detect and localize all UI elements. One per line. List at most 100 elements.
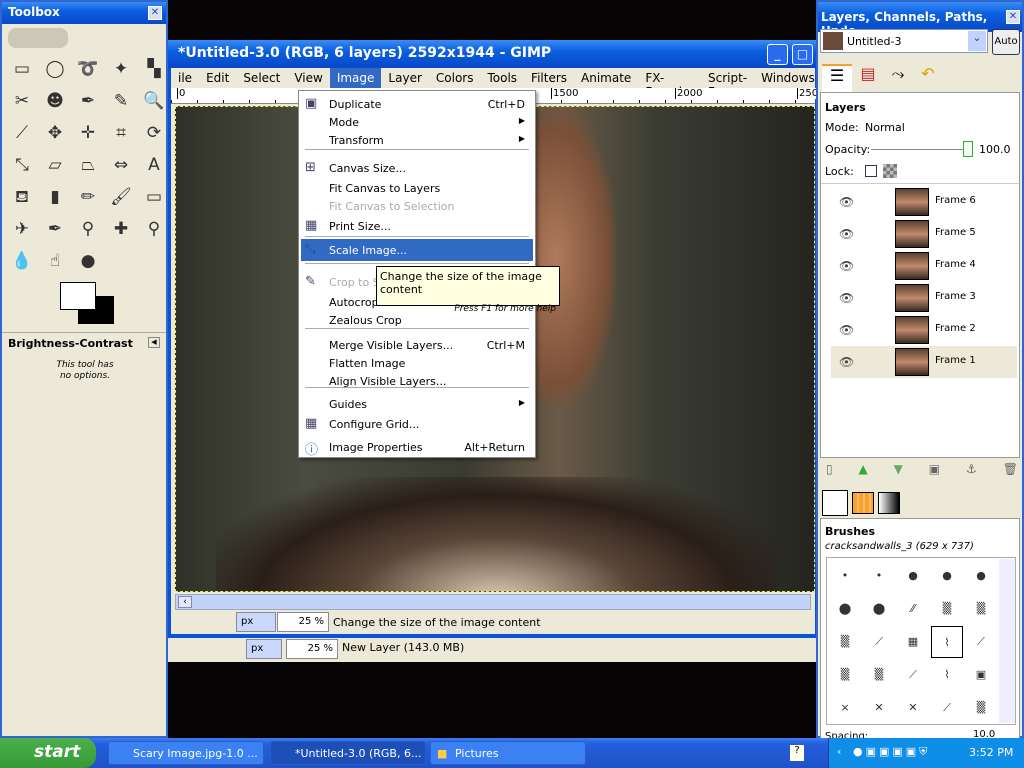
scissors-tool-icon[interactable]: ✂ [10,89,34,113]
brush-item[interactable]: ⬤ [863,593,895,625]
brush-item[interactable]: ▒ [829,626,861,658]
brush-tab[interactable] [822,490,848,516]
brush-item[interactable]: ⬤ [829,593,861,625]
menu-colors[interactable]: Colors [429,68,481,88]
dodge-burn-tool-icon[interactable]: ● [76,249,100,273]
rect-select-tool-icon[interactable]: ▭ [10,57,34,81]
brush-item[interactable]: ▒ [829,659,861,691]
bucket-fill-tool-icon[interactable]: ⛾ [10,185,34,209]
crop-tool-icon[interactable]: ⌗ [109,121,133,145]
color-select-tool-icon[interactable]: ▚ [142,57,166,81]
brush-item[interactable]: ▒ [965,593,997,625]
toolbox-titlebar[interactable]: Toolbox ✕ [2,2,166,24]
brush-item[interactable]: • [863,560,895,592]
dock-titlebar[interactable]: Layers, Channels, Paths, Undo -... ✕ [818,2,1022,38]
brush-item[interactable]: ▦ [897,626,929,658]
menu-item-configure-grid[interactable]: ▦ Configure Grid... [301,413,533,435]
paths-tool-icon[interactable]: ✒ [76,89,100,113]
horizontal-scrollbar[interactable]: ‹ [175,594,811,610]
unit-select[interactable]: px [246,639,282,659]
brush-item[interactable]: ▒ [931,593,963,625]
pattern-tab[interactable] [852,492,874,514]
brushes-scrollbar[interactable] [999,559,1015,723]
help-icon[interactable]: ? [790,745,804,761]
menu-image[interactable]: Image [329,68,382,88]
clone-tool-icon[interactable]: ⚲ [76,217,100,241]
new-layer-icon[interactable]: ▯ [826,462,833,480]
menu-item-guides[interactable]: Guides ▶ [301,393,533,415]
minimize-button[interactable]: _ [767,44,788,65]
layer-row[interactable]: 👁 Frame 3 [831,282,1017,314]
heal-tool-icon[interactable]: ✚ [109,217,133,241]
lasso-tool-icon[interactable]: ➰ [76,57,100,81]
brush-item[interactable]: ⟋ [965,626,997,658]
brush-item[interactable]: ▣ [965,659,997,691]
color-picker-tool-icon[interactable]: ✎ [109,89,133,113]
perspective-tool-icon[interactable]: ⏢ [76,153,100,177]
duplicate-layer-icon[interactable]: ▣ [929,462,940,480]
task-pictures[interactable]: ■ Pictures [430,741,586,765]
brush-item[interactable]: ✕ [897,692,929,724]
layer-row[interactable]: 👁 Frame 5 [831,218,1017,250]
mode-select[interactable]: Normal [865,121,1017,134]
eye-icon[interactable]: 👁 [839,227,854,241]
brush-item[interactable]: ● [965,560,997,592]
menu-animate[interactable]: Animate [574,68,638,88]
zoom-select[interactable]: 25 % [286,639,338,659]
opacity-slider-handle[interactable] [963,141,973,157]
foreground-select-tool-icon[interactable]: ☻ [43,89,67,113]
lower-layer-icon[interactable]: ▼ [894,462,903,480]
eye-icon[interactable]: 👁 [839,355,854,369]
text-tool-icon[interactable]: A [142,153,166,177]
flip-tool-icon[interactable]: ⇔ [109,153,133,177]
layers-tab[interactable]: ☰ [822,64,852,92]
menu-item-transform[interactable]: Transform ▶ [301,129,533,151]
channels-tab[interactable]: ▤ [854,64,882,92]
move-tool-icon[interactable]: ✥ [43,121,67,145]
smudge-tool-icon[interactable]: ☝ [43,249,67,273]
brush-item[interactable]: ▒ [863,659,895,691]
task-untitled-gimp[interactable]: *Untitled-3.0 (RGB, 6... [270,741,426,765]
auto-button[interactable]: Auto [992,29,1020,55]
layer-row[interactable]: 👁 Frame 4 [831,250,1017,282]
menu-item-scale-image[interactable]: ⤡ Scale Image... [301,239,533,261]
ellipse-select-tool-icon[interactable]: ◯ [43,57,67,81]
raise-layer-icon[interactable]: ▲ [859,462,868,480]
zoom-select[interactable]: 25 % [277,612,329,632]
brush-item[interactable]: ⟋ [931,692,963,724]
gradient-tab[interactable] [878,492,900,514]
paintbrush-tool-icon[interactable]: 🖌 [109,185,133,209]
panel-menu-icon[interactable]: ◀ [148,337,160,348]
task-scary-image[interactable]: Scary Image.jpg-1.0 ... [108,741,264,765]
menu-item-print-size[interactable]: ▦ Print Size... [301,215,533,237]
menu-item-image-properties[interactable]: ⓘ Image Properties Alt+Return [301,436,533,458]
eraser-tool-icon[interactable]: ▭ [142,185,166,209]
menu-view[interactable]: View [287,68,329,88]
undo-tab[interactable]: ↶ [914,64,942,92]
layer-row[interactable]: 👁 Frame 6 [831,186,1017,218]
brush-item[interactable]: ⁄⁄ [897,593,929,625]
opacity-value[interactable]: 100.0 [979,143,1011,156]
menu-tools[interactable]: Tools [480,68,524,88]
image-window-titlebar[interactable]: *Untitled-3.0 (RGB, 6 layers) 2592x1944 … [168,40,818,68]
measure-tool-icon[interactable]: ⟋ [10,121,34,145]
menu-layer[interactable]: Layer [381,68,428,88]
eye-icon[interactable]: 👁 [839,323,854,337]
maximize-button[interactable]: □ [792,44,813,65]
scale-tool-icon[interactable]: ⤡ [10,153,34,177]
menu-item-canvas-size[interactable]: ⊞ Canvas Size... [301,157,533,179]
brush-item[interactable]: ● [897,560,929,592]
layer-row[interactable]: 👁 Frame 1 [831,346,1017,378]
delete-layer-icon[interactable]: 🗑 [1003,462,1018,480]
opacity-slider[interactable] [871,149,967,150]
menu-edit[interactable]: Edit [199,68,236,88]
menu-scriptfu[interactable]: Script-Fu [701,68,754,99]
pencil-tool-icon[interactable]: ✏ [76,185,100,209]
menu-fxfoundry[interactable]: FX-Foundry [638,68,701,99]
brush-item[interactable]: ● [931,560,963,592]
tray-icons[interactable]: ●▣▣▣▣⛨ [853,745,930,759]
unit-select[interactable]: px [236,612,276,632]
brush-item[interactable]: ⟋ [897,659,929,691]
menu-item-align-visible-layers[interactable]: Align Visible Layers... [301,370,533,392]
blur-tool-icon[interactable]: 💧 [10,249,34,273]
